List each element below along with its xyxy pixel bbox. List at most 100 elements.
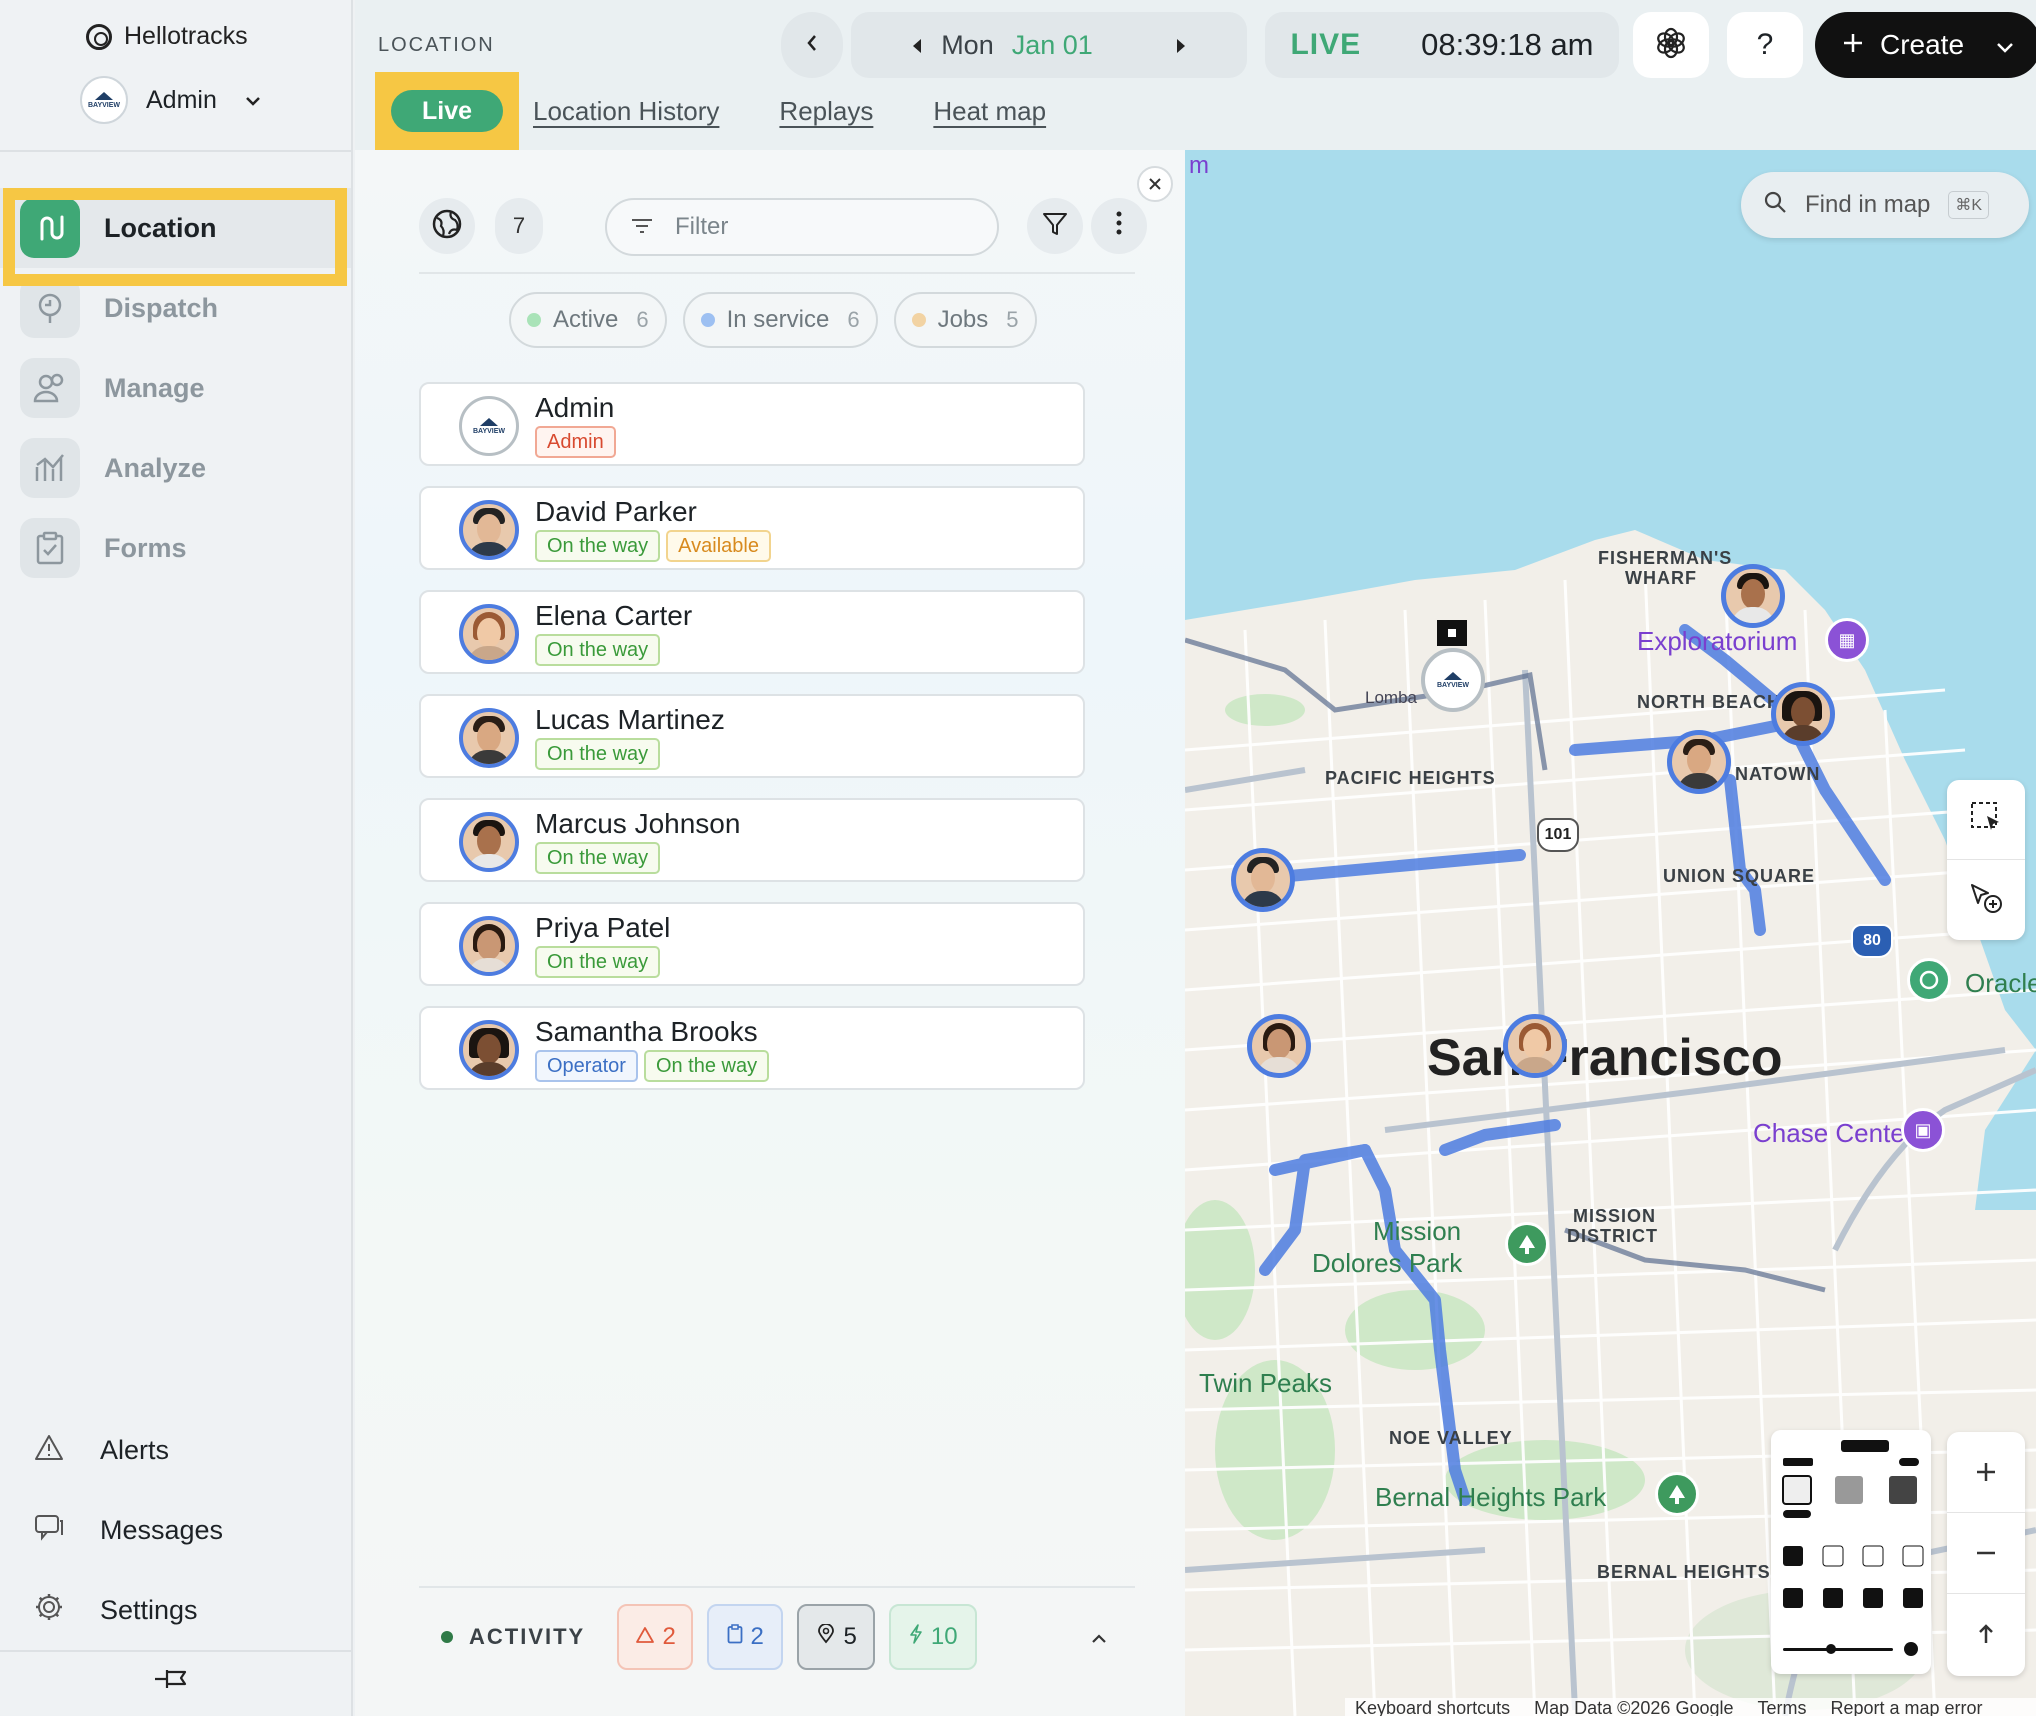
person-row-david-parker[interactable]: David Parker On the way Available bbox=[419, 486, 1085, 570]
map-label-noe-valley: NOE VALLEY bbox=[1389, 1428, 1513, 1448]
museum-icon[interactable]: ▦ bbox=[1825, 618, 1869, 662]
add-place-button[interactable] bbox=[1947, 860, 2025, 940]
person-row-admin[interactable]: BAYVIEW Admin Admin bbox=[419, 382, 1085, 466]
brand[interactable]: Hellotracks bbox=[86, 22, 248, 51]
map-pin-samantha-brooks[interactable] bbox=[1771, 682, 1835, 746]
chevron-left-icon bbox=[806, 34, 818, 57]
previous-button[interactable] bbox=[781, 12, 843, 78]
globe-button[interactable] bbox=[419, 198, 475, 254]
people-icon bbox=[20, 358, 80, 418]
person-row-elena-carter[interactable]: Elena Carter On the way bbox=[419, 590, 1085, 674]
park-tree-icon[interactable] bbox=[1655, 1472, 1699, 1516]
map-label-city: San Francisco bbox=[1427, 1029, 1783, 1087]
avatar bbox=[459, 916, 519, 976]
keyboard-shortcuts-link[interactable]: Keyboard shortcuts bbox=[1355, 1698, 1510, 1716]
live-tab-highlight-frame: Live bbox=[375, 72, 519, 150]
map-label-mission-district: MISSION bbox=[1573, 1206, 1657, 1226]
live-clock: LIVE 08:39:18 am bbox=[1265, 12, 1619, 78]
map-data-credit: Map Data ©2026 Google bbox=[1534, 1698, 1734, 1716]
activity-events-button[interactable]: 10 bbox=[889, 1604, 978, 1670]
more-options-button[interactable] bbox=[1091, 198, 1147, 254]
map-pin-marcus-johnson[interactable] bbox=[1721, 564, 1785, 628]
hellotracks-logo-icon bbox=[86, 23, 112, 50]
map-pin-priya-patel[interactable] bbox=[1247, 1014, 1311, 1078]
activity-forms-button[interactable]: 2 bbox=[707, 1604, 784, 1670]
location-pin-icon bbox=[816, 1623, 836, 1651]
park-tree-icon[interactable] bbox=[1505, 1222, 1549, 1266]
tag-operator: Operator bbox=[535, 1050, 638, 1082]
person-row-samantha-brooks[interactable]: Samantha Brooks Operator On the way bbox=[419, 1006, 1085, 1090]
close-panel-button[interactable] bbox=[1137, 166, 1173, 202]
highway-80-shield: 80 bbox=[1851, 924, 1893, 958]
tab-location-history[interactable]: Location History bbox=[533, 96, 719, 127]
chip-in-service[interactable]: In service 6 bbox=[682, 292, 878, 348]
map-label-oracle[interactable]: Oracle bbox=[1965, 968, 2036, 999]
tag-admin: Admin bbox=[535, 426, 616, 458]
map-label-dolores-park[interactable]: Mission bbox=[1373, 1216, 1461, 1247]
sidebar: Hellotracks BAYVIEW Admin Location Dispa… bbox=[0, 0, 353, 1716]
caret-left-icon[interactable] bbox=[911, 30, 923, 61]
sidebar-item-manage[interactable]: Manage bbox=[0, 348, 351, 428]
chip-jobs[interactable]: Jobs 5 bbox=[893, 292, 1037, 348]
map-pin-elena-carter[interactable] bbox=[1503, 1014, 1567, 1078]
sidebar-item-alerts[interactable]: Alerts bbox=[0, 1410, 351, 1490]
dispatch-icon bbox=[20, 278, 80, 338]
pin-sidebar-button[interactable] bbox=[152, 1664, 192, 1698]
account-switcher[interactable]: BAYVIEW Admin bbox=[80, 76, 261, 124]
recenter-button[interactable] bbox=[1947, 1594, 2025, 1675]
tag-on-the-way: On the way bbox=[535, 842, 661, 874]
activity-locations-count: 5 bbox=[843, 1623, 857, 1650]
activity-alerts-button[interactable]: 2 bbox=[617, 1604, 694, 1670]
terms-link[interactable]: Terms bbox=[1757, 1698, 1806, 1716]
map-label-twin-peaks[interactable]: Twin Peaks bbox=[1199, 1368, 1332, 1399]
section-title: LOCATION bbox=[378, 34, 495, 56]
tab-live[interactable]: Live bbox=[391, 90, 503, 132]
tab-heat-map[interactable]: Heat map bbox=[933, 96, 1046, 127]
map-layers-thumbnail bbox=[1782, 1440, 1924, 1656]
map-layers-card[interactable] bbox=[1771, 1430, 1931, 1674]
person-name: Marcus Johnson bbox=[535, 808, 741, 839]
collapse-activity-button[interactable] bbox=[1091, 1624, 1107, 1650]
filter-button[interactable] bbox=[1027, 198, 1083, 254]
map-view[interactable]: m FISHERMAN'S WHARF Exploratorium NORTH … bbox=[1185, 150, 2036, 1716]
chip-active[interactable]: Active 6 bbox=[509, 292, 667, 348]
person-name: Samantha Brooks bbox=[535, 1016, 758, 1047]
person-tags: Operator On the way bbox=[535, 1050, 770, 1082]
sidebar-item-analyze[interactable]: Analyze bbox=[0, 428, 351, 508]
filter-input[interactable]: Filter bbox=[605, 198, 999, 256]
map-pin-admin[interactable]: BAYVIEW bbox=[1421, 648, 1485, 712]
ai-assistant-button[interactable] bbox=[1633, 12, 1709, 78]
help-button[interactable]: ? bbox=[1727, 12, 1803, 78]
sidebar-item-label: Forms bbox=[104, 532, 187, 563]
map-label-exploratorium[interactable]: Exploratorium bbox=[1637, 626, 1797, 657]
person-name: Elena Carter bbox=[535, 600, 693, 631]
person-row-priya-patel[interactable]: Priya Patel On the way bbox=[419, 902, 1085, 986]
arena-icon[interactable]: ▣ bbox=[1901, 1108, 1945, 1152]
caret-right-icon[interactable] bbox=[1175, 30, 1187, 61]
activity-locations-button[interactable]: 5 bbox=[797, 1604, 876, 1670]
sidebar-item-forms[interactable]: Forms bbox=[0, 508, 351, 588]
clock-time: 08:39:18 am bbox=[1421, 27, 1594, 62]
stadium-icon[interactable] bbox=[1907, 958, 1951, 1002]
map-label-bernal-heights-park[interactable]: Bernal Heights Park bbox=[1375, 1482, 1606, 1513]
select-area-button[interactable] bbox=[1947, 780, 2025, 860]
stop-marker-icon[interactable] bbox=[1437, 620, 1467, 646]
create-button[interactable]: Create bbox=[1815, 12, 2036, 78]
chip-count: 6 bbox=[847, 307, 860, 332]
map-pin-david-parker[interactable] bbox=[1231, 848, 1295, 912]
map-pin-lucas-martinez[interactable] bbox=[1667, 730, 1731, 794]
map-label-dolores-park-2[interactable]: Dolores Park bbox=[1312, 1248, 1462, 1279]
report-error-link[interactable]: Report a map error bbox=[1830, 1698, 1982, 1716]
tag-on-the-way: On the way bbox=[535, 946, 661, 978]
sidebar-item-settings[interactable]: Settings bbox=[0, 1570, 351, 1650]
find-in-map-input[interactable]: Find in map ⌘K bbox=[1741, 172, 2029, 238]
sidebar-item-messages[interactable]: Messages bbox=[0, 1490, 351, 1570]
avatar bbox=[459, 708, 519, 768]
map-label-chase-center[interactable]: Chase Center bbox=[1753, 1118, 1913, 1149]
person-row-marcus-johnson[interactable]: Marcus Johnson On the way bbox=[419, 798, 1085, 882]
person-row-lucas-martinez[interactable]: Lucas Martinez On the way bbox=[419, 694, 1085, 778]
zoom-in-button[interactable] bbox=[1947, 1432, 2025, 1513]
date-selector[interactable]: Mon Jan 01 bbox=[851, 12, 1247, 78]
tab-replays[interactable]: Replays bbox=[779, 96, 873, 127]
zoom-out-button[interactable] bbox=[1947, 1513, 2025, 1594]
